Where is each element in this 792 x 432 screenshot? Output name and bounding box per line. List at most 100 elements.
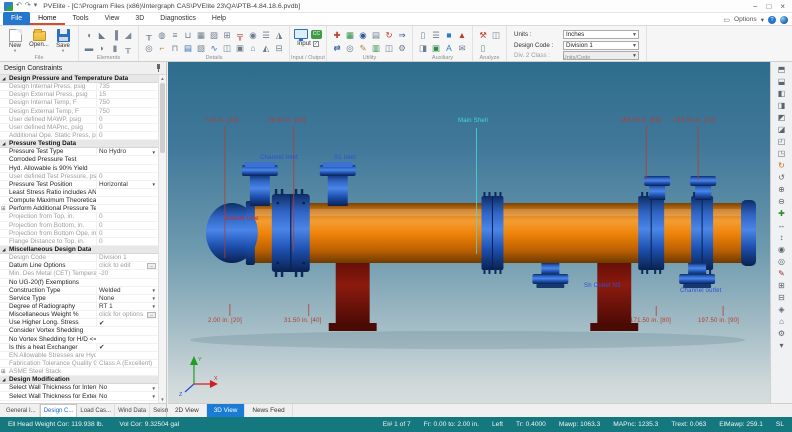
property-row[interactable]: User defined Test Pressure, psig 0 xyxy=(0,173,158,181)
left-view-icon[interactable]: ◧ xyxy=(775,88,789,100)
grid-on-icon[interactable]: ⊞ xyxy=(775,280,789,292)
property-row[interactable]: Perform Additional Pressure Test xyxy=(0,205,158,213)
ellipsis-button[interactable] xyxy=(147,312,156,318)
vessel-3d-model[interactable]: Y X Z xyxy=(168,62,770,403)
edit-tools-icon[interactable]: ✎ xyxy=(357,42,369,54)
undo-icon[interactable]: ↶ xyxy=(16,0,22,12)
clip-icon[interactable]: ◫ xyxy=(221,42,233,54)
general-i-[interactable]: General I... xyxy=(3,404,40,417)
options-menu[interactable]: Options xyxy=(734,16,757,23)
home-view-icon[interactable]: ⌂ xyxy=(775,316,789,328)
material-database-icon[interactable]: ▦ xyxy=(344,29,356,41)
cylinder-element-icon[interactable]: ▬ xyxy=(83,42,95,54)
flange-database-icon[interactable]: ◎ xyxy=(344,42,356,54)
bottom-view-icon[interactable]: ◪ xyxy=(775,124,789,136)
grid-off-icon[interactable]: ⊟ xyxy=(775,292,789,304)
property-row[interactable]: Consider Vortex Shedding xyxy=(0,327,158,335)
new-dropdown-icon[interactable]: ▾ xyxy=(14,49,16,53)
property-row[interactable]: Corroded Pressure Test xyxy=(0,156,158,164)
property-row[interactable]: Datum Line Options click to edit xyxy=(0,262,158,270)
pan-horizontal-icon[interactable]: ↔ xyxy=(775,220,789,232)
weight-icon[interactable]: ⊞ xyxy=(221,29,233,41)
display-settings-icon[interactable]: ▭ xyxy=(723,16,730,24)
flat-head-icon[interactable]: ▮ xyxy=(109,42,121,54)
property-row[interactable]: Least Stress Ratio includes ANSI Fl xyxy=(0,189,158,197)
view-settings-icon[interactable]: ⚙ xyxy=(775,328,789,340)
body-flange-icon[interactable]: ▐ xyxy=(109,29,121,41)
home[interactable]: Home xyxy=(30,12,64,25)
property-row[interactable]: Min. Des Metal (CET) Temperature -20 xyxy=(0,270,158,278)
annotate-icon[interactable]: ✎ xyxy=(775,268,789,280)
3d-viewport[interactable]: Y X Z 7.00 in. [10]29.50 in. [30]Main Sh… xyxy=(168,62,770,403)
scroll-up-icon[interactable]: ▲ xyxy=(159,76,166,81)
collapse-icon[interactable] xyxy=(2,141,9,147)
tools[interactable]: Tools xyxy=(65,12,97,25)
property-row[interactable]: Design External Press, psig 15 xyxy=(0,91,158,99)
input-echo-checkbox[interactable] xyxy=(313,41,319,47)
saddle-icon[interactable]: ⊓ xyxy=(169,42,181,54)
collapse-icon[interactable] xyxy=(2,377,9,383)
close-button[interactable]: × xyxy=(780,2,785,11)
top-view-icon[interactable]: ◩ xyxy=(775,112,789,124)
property-row[interactable]: Compute Maximum Theoretical T xyxy=(0,197,158,205)
error-check-icon[interactable]: ▯ xyxy=(477,42,489,54)
stub-end-icon[interactable]: ╥ xyxy=(122,42,134,54)
unit-converter-icon[interactable]: ⇄ xyxy=(331,42,343,54)
conical-section-icon[interactable]: ◣ xyxy=(96,29,108,41)
save-button[interactable]: Save ▾ xyxy=(52,28,74,53)
pan-vertical-icon[interactable]: ↕ xyxy=(775,232,789,244)
drawing-icon[interactable]: ■ xyxy=(443,29,455,41)
pin-icon[interactable] xyxy=(155,64,162,72)
dropdown-arrow-icon[interactable] xyxy=(152,386,156,391)
property-row[interactable]: No UG-20(f) Exemptions xyxy=(0,279,158,287)
datasheet-icon[interactable]: ▣ xyxy=(430,42,442,54)
misc-detail-icon[interactable]: ⊟ xyxy=(273,42,285,54)
tray-icon[interactable]: ▤ xyxy=(182,42,194,54)
property-row[interactable]: Degree of Radiography RT 1 xyxy=(0,303,158,311)
dropdown-arrow-icon[interactable] xyxy=(152,150,156,155)
export-icon[interactable]: ⇒ xyxy=(396,29,408,41)
calculation-summary-icon[interactable]: ☰ xyxy=(430,29,442,41)
iso-view-icon[interactable]: ◰ xyxy=(775,136,789,148)
torispherical-head-icon[interactable]: ◗ xyxy=(96,42,108,54)
load-cas-[interactable]: Load Cas... xyxy=(77,404,115,417)
pdf-export-icon[interactable]: ▲ xyxy=(456,29,468,41)
output-report-icon[interactable]: ▯ xyxy=(417,29,429,41)
half-pipe-jacket-icon[interactable]: ∿ xyxy=(208,42,220,54)
view[interactable]: View xyxy=(97,12,128,25)
scroll-thumb[interactable] xyxy=(160,83,165,153)
baffle-icon[interactable]: ◉ xyxy=(247,29,259,41)
collapse-icon[interactable] xyxy=(2,247,9,253)
weld-seam-icon[interactable]: ▣ xyxy=(234,42,246,54)
shaded-view-icon[interactable]: ◈ xyxy=(775,304,789,316)
wind-data[interactable]: Wind Data xyxy=(115,404,150,417)
stack-up-icon[interactable]: ▥ xyxy=(370,42,382,54)
diagnostics[interactable]: Diagnostics xyxy=(152,12,204,25)
3d-view[interactable]: 3D View xyxy=(207,404,246,417)
dropdown-arrow-icon[interactable] xyxy=(152,296,156,301)
property-row[interactable]: Design Internal Temp, F 750 xyxy=(0,99,158,107)
property-row[interactable]: ASME Steel Stack xyxy=(0,368,158,376)
property-row[interactable]: Use Higher Long. Stress ✔ xyxy=(0,319,158,327)
rotate-cw-icon[interactable]: ↻ xyxy=(775,160,789,172)
more-tools-icon[interactable]: ▾ xyxy=(775,340,789,352)
property-row[interactable]: Flange Distance to Top, in. 0 xyxy=(0,238,158,246)
property-row[interactable]: Fabrication Tolerance Quality Clas Class… xyxy=(0,360,158,368)
stiffening-ring-icon[interactable]: ◍ xyxy=(156,29,168,41)
text-report-icon[interactable]: A xyxy=(443,42,455,54)
design-code-select[interactable]: Division 1▼ xyxy=(563,41,639,50)
collapse-icon[interactable] xyxy=(2,76,9,82)
property-row[interactable]: Miscellaneous Design Data xyxy=(0,246,158,254)
skirt-support-icon[interactable]: ◢ xyxy=(122,29,134,41)
file[interactable]: File xyxy=(3,12,30,25)
refresh-icon[interactable]: ↻ xyxy=(383,29,395,41)
basering-icon[interactable]: ⊔ xyxy=(182,29,194,41)
maximize-button[interactable]: □ xyxy=(766,2,771,11)
property-row[interactable]: Construction Type Welded xyxy=(0,287,158,295)
back-view-icon[interactable]: ⬓ xyxy=(775,76,789,88)
perspective-view-icon[interactable]: ◳ xyxy=(775,148,789,160)
property-row[interactable]: Select Wall Thickness for Internal F No xyxy=(0,384,158,392)
property-row[interactable]: Projection from Bottom Ope, in. 0 xyxy=(0,230,158,238)
units-select[interactable]: Inches▼ xyxy=(563,30,639,39)
quick-access-dropdown-icon[interactable]: ▾ xyxy=(34,0,38,12)
